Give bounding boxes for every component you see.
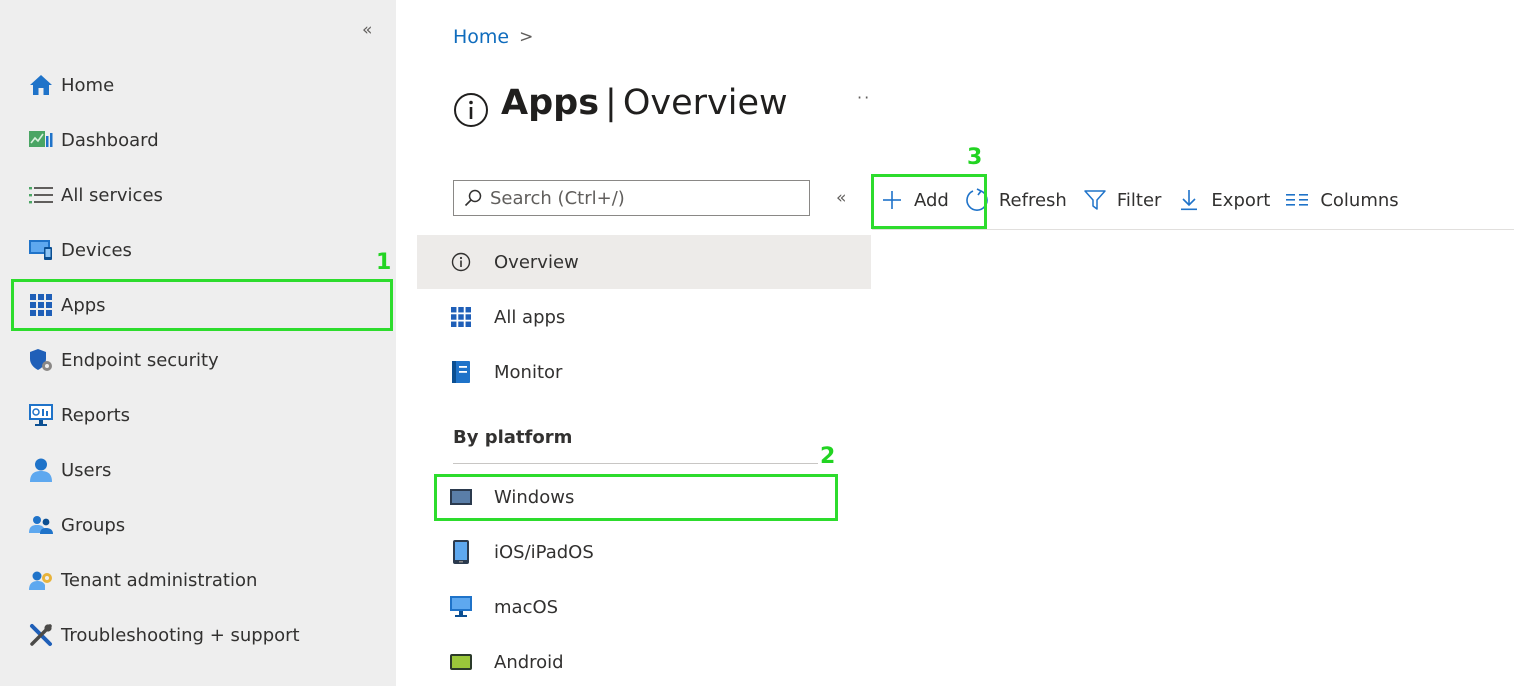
reports-monitor-icon (29, 403, 53, 427)
breadcrumb-separator: > (519, 27, 534, 47)
search-icon (464, 189, 482, 207)
search-placeholder: Search (Ctrl+/) (490, 187, 625, 209)
nav-item-tenant-administration[interactable]: Tenant administration (12, 555, 388, 605)
nav-item-dashboard[interactable]: Dashboard (12, 115, 388, 165)
section-divider (453, 463, 818, 464)
refresh-label: Refresh (998, 189, 1067, 211)
menu-item-monitor[interactable]: Monitor (417, 345, 871, 399)
nav-label: Groups (61, 514, 126, 536)
tools-icon (29, 623, 53, 647)
tablet-icon (450, 540, 472, 564)
menu-item-android[interactable]: Android (417, 635, 871, 689)
download-icon (1177, 188, 1201, 212)
nav-label: Endpoint security (61, 349, 219, 371)
highlight-windows-item (434, 474, 838, 521)
command-bar-divider (872, 229, 1514, 230)
nav-label: Users (61, 459, 112, 481)
filter-button[interactable]: Filter (1083, 178, 1162, 222)
page-header: Apps | Overview (453, 78, 788, 128)
menu-label: Overview (494, 251, 579, 273)
collapse-menu-button[interactable]: « (836, 190, 846, 207)
dashboard-icon (29, 128, 53, 152)
step-marker-1: 1 (376, 250, 392, 275)
menu-label: iOS/iPadOS (494, 541, 594, 563)
highlight-add-button (871, 174, 987, 229)
breadcrumb: Home > (453, 26, 533, 48)
menu-label: All apps (494, 306, 566, 328)
menu-label: Android (494, 651, 564, 673)
columns-button[interactable]: Columns (1286, 178, 1399, 222)
nav-item-reports[interactable]: Reports (12, 390, 388, 440)
nav-item-devices[interactable]: Devices (12, 225, 388, 275)
nav-label: Reports (61, 404, 131, 426)
info-icon (453, 92, 489, 128)
desktop-monitor-icon (450, 596, 472, 618)
menu-item-ios-ipados[interactable]: iOS/iPadOS (417, 525, 871, 579)
highlight-apps-nav (11, 279, 393, 331)
nav-item-endpoint-security[interactable]: Endpoint security (12, 335, 388, 385)
filter-label: Filter (1116, 189, 1162, 211)
export-button[interactable]: Export (1177, 178, 1270, 222)
left-navigation: « Home Dashboard All services Devices Ap… (0, 0, 396, 686)
apps-grid-icon (450, 306, 472, 328)
menu-item-all-apps[interactable]: All apps (417, 290, 871, 344)
home-icon (29, 73, 53, 97)
android-device-icon (450, 651, 472, 673)
nav-item-groups[interactable]: Groups (12, 500, 388, 550)
columns-icon (1286, 188, 1310, 212)
nav-item-users[interactable]: Users (12, 445, 388, 495)
info-icon (450, 251, 472, 273)
groups-icon (29, 513, 53, 537)
nav-label: Troubleshooting + support (61, 624, 300, 646)
list-icon (29, 183, 53, 207)
step-marker-2: 2 (820, 444, 836, 469)
search-input[interactable]: Search (Ctrl+/) (453, 180, 810, 216)
more-options-button[interactable]: ·· (857, 88, 871, 107)
menu-item-macos[interactable]: macOS (417, 580, 871, 634)
user-icon (29, 458, 53, 482)
page-title: Apps | Overview (501, 83, 788, 123)
nav-label: All services (61, 184, 163, 206)
collapse-nav-button[interactable]: « (362, 22, 372, 39)
section-title-by-platform: By platform (453, 427, 573, 448)
menu-label: macOS (494, 596, 559, 618)
shield-gear-icon (29, 348, 53, 372)
nav-item-home[interactable]: Home (12, 60, 388, 110)
breadcrumb-home-link[interactable]: Home (453, 26, 509, 48)
menu-label: Monitor (494, 361, 563, 383)
nav-label: Dashboard (61, 129, 159, 151)
tenant-admin-icon (29, 568, 53, 592)
nav-label: Tenant administration (61, 569, 258, 591)
columns-label: Columns (1320, 189, 1399, 211)
devices-icon (29, 238, 53, 262)
monitor-book-icon (450, 361, 472, 383)
menu-item-overview[interactable]: Overview (417, 235, 871, 289)
nav-label: Home (61, 74, 115, 96)
nav-label: Devices (61, 239, 132, 261)
export-label: Export (1211, 189, 1271, 211)
step-marker-3: 3 (967, 145, 983, 170)
nav-item-all-services[interactable]: All services (12, 170, 388, 220)
filter-icon (1083, 188, 1107, 212)
nav-item-troubleshooting-support[interactable]: Troubleshooting + support (12, 610, 388, 660)
